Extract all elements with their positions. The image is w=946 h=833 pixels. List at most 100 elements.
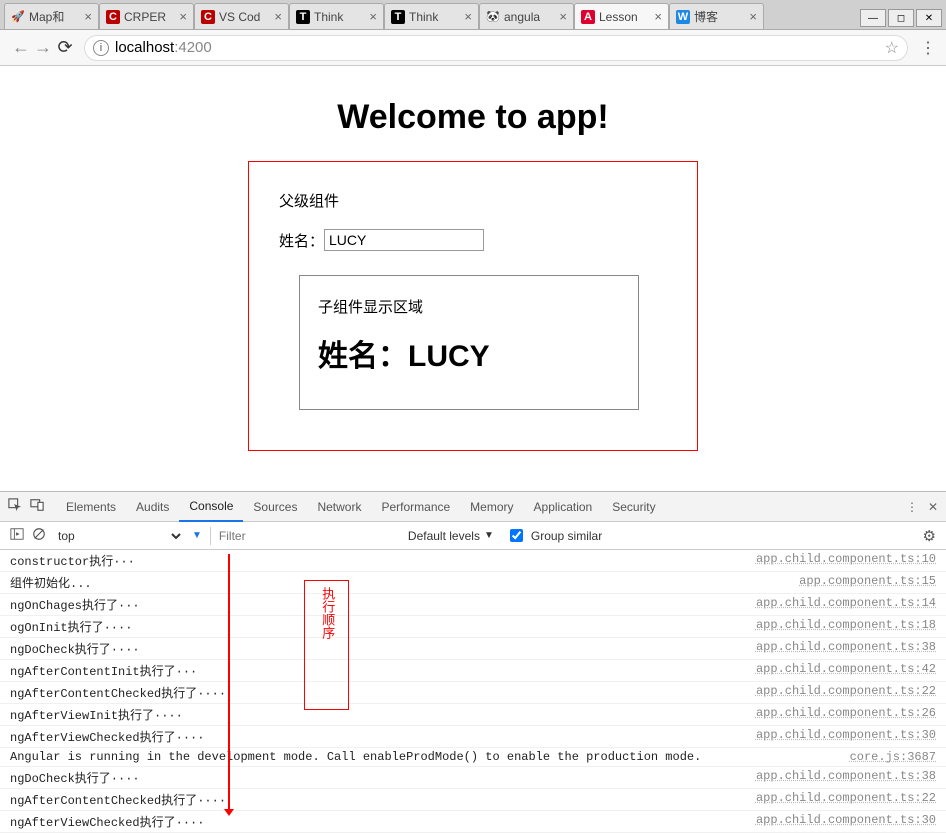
console-log-row: ngDoCheck执行了····app.child.component.ts:3… bbox=[0, 638, 946, 660]
log-message: ngAfterContentChecked执行了···· bbox=[10, 684, 756, 701]
log-source-link[interactable]: app.child.component.ts:22 bbox=[756, 791, 936, 808]
console-sidebar-toggle-icon[interactable] bbox=[10, 527, 24, 544]
url-input[interactable]: i localhost:4200 ☆ bbox=[84, 35, 908, 61]
tab-close-icon[interactable]: × bbox=[274, 9, 282, 24]
tab-close-icon[interactable]: × bbox=[654, 9, 662, 24]
page-viewport: Welcome to app! 父级组件 姓名： 子组件显示区域 姓名：LUCY bbox=[0, 66, 946, 491]
console-log-row: ngAfterContentChecked执行了····app.child.co… bbox=[0, 682, 946, 704]
dropdown-caret-icon: ▼ bbox=[192, 530, 202, 541]
console-context-select[interactable]: top bbox=[54, 528, 184, 544]
devtools-close-icon[interactable]: ✕ bbox=[928, 500, 938, 514]
console-filter-input[interactable] bbox=[210, 527, 382, 545]
tab-close-icon[interactable]: × bbox=[84, 9, 92, 24]
tab-close-icon[interactable]: × bbox=[179, 9, 187, 24]
name-input[interactable] bbox=[324, 229, 484, 251]
devtools-tab-audits[interactable]: Audits bbox=[126, 492, 179, 522]
console-clear-icon[interactable] bbox=[32, 527, 46, 544]
page-title: Welcome to app! bbox=[0, 98, 946, 137]
url-text: localhost:4200 bbox=[115, 39, 877, 56]
console-levels-select[interactable]: Default levels ▼ bbox=[408, 529, 494, 543]
log-message: constructor执行··· bbox=[10, 552, 756, 569]
log-source-link[interactable]: app.child.component.ts:26 bbox=[756, 706, 936, 723]
favicon-icon: C bbox=[201, 10, 215, 24]
browser-tab[interactable]: TThink× bbox=[384, 3, 479, 29]
log-message: ngDoCheck执行了···· bbox=[10, 769, 756, 786]
tab-close-icon[interactable]: × bbox=[464, 9, 472, 24]
console-log-row: ngAfterContentInit执行了···app.child.compon… bbox=[0, 660, 946, 682]
log-message: ngAfterViewChecked执行了···· bbox=[10, 728, 756, 745]
devtools-tab-memory[interactable]: Memory bbox=[460, 492, 523, 522]
inspect-element-icon[interactable] bbox=[8, 498, 22, 515]
favicon-icon: A bbox=[581, 10, 595, 24]
favicon-icon: 🐼 bbox=[486, 10, 500, 24]
log-source-link[interactable]: app.child.component.ts:18 bbox=[756, 618, 936, 635]
log-message: ngAfterViewInit执行了···· bbox=[10, 706, 756, 723]
devtools-tab-bar: ElementsAuditsConsoleSourcesNetworkPerfo… bbox=[0, 492, 946, 522]
devtools-tab-sources[interactable]: Sources bbox=[243, 492, 307, 522]
tab-label: VS Cod bbox=[219, 10, 270, 24]
child-label: 子组件显示区域 bbox=[318, 296, 620, 317]
tab-label: angula bbox=[504, 10, 555, 24]
devtools-tab-console[interactable]: Console bbox=[179, 492, 243, 522]
devtools-tab-application[interactable]: Application bbox=[524, 492, 603, 522]
browser-tab[interactable]: 🐼 angula × bbox=[479, 3, 574, 29]
log-source-link[interactable]: app.child.component.ts:42 bbox=[756, 662, 936, 679]
log-source-link[interactable]: app.child.component.ts:30 bbox=[756, 728, 936, 745]
tab-label: Think bbox=[409, 10, 460, 24]
log-source-link[interactable]: app.child.component.ts:38 bbox=[756, 640, 936, 657]
log-message: ngDoCheck执行了···· bbox=[10, 640, 756, 657]
site-info-icon[interactable]: i bbox=[93, 40, 109, 56]
browser-tab[interactable]: 🚀Map和× bbox=[4, 3, 99, 29]
nav-reload-button[interactable]: ⟳ bbox=[54, 37, 76, 58]
favicon-icon: C bbox=[106, 10, 120, 24]
devtools-panel: ElementsAuditsConsoleSourcesNetworkPerfo… bbox=[0, 491, 946, 833]
tab-close-icon[interactable]: × bbox=[749, 9, 757, 24]
tab-label: 博客 bbox=[694, 8, 745, 25]
browser-tab[interactable]: C VS Cod × bbox=[194, 3, 289, 29]
console-log-body: 执行顺序 constructor执行···app.child.component… bbox=[0, 550, 946, 833]
console-log-row: Angular is running in the development mo… bbox=[0, 748, 946, 767]
log-message: ngAfterViewChecked执行了···· bbox=[10, 813, 756, 830]
log-message: ngOnChages执行了··· bbox=[10, 596, 756, 613]
console-settings-icon[interactable]: ⚙ bbox=[923, 527, 936, 545]
console-log-row: ngOnChages执行了···app.child.component.ts:1… bbox=[0, 594, 946, 616]
devtools-tab-security[interactable]: Security bbox=[602, 492, 665, 522]
browser-tab[interactable]: A Lesson × bbox=[574, 3, 669, 29]
favicon-icon: 🚀 bbox=[11, 10, 25, 24]
favicon-icon: T bbox=[296, 10, 310, 24]
console-log-row: ngDoCheck执行了····app.child.component.ts:3… bbox=[0, 767, 946, 789]
tab-close-icon[interactable]: × bbox=[559, 9, 567, 24]
log-source-link[interactable]: app.child.component.ts:14 bbox=[756, 596, 936, 613]
favicon-icon: W bbox=[676, 10, 690, 24]
browser-tab[interactable]: CCRPER× bbox=[99, 3, 194, 29]
window-controls: — ◻ ✕ bbox=[860, 9, 942, 27]
devtools-tab-network[interactable]: Network bbox=[307, 492, 371, 522]
nav-back-button[interactable]: ← bbox=[10, 37, 32, 58]
nav-forward-button[interactable]: → bbox=[32, 37, 54, 58]
browser-menu-button[interactable]: ⋮ bbox=[920, 38, 936, 58]
devtools-tab-elements[interactable]: Elements bbox=[56, 492, 126, 522]
bookmark-star-icon[interactable]: ☆ bbox=[885, 38, 899, 58]
log-source-link[interactable]: app.child.component.ts:38 bbox=[756, 769, 936, 786]
window-close-button[interactable]: ✕ bbox=[916, 9, 942, 27]
log-source-link[interactable]: app.child.component.ts:30 bbox=[756, 813, 936, 830]
log-message: 组件初始化... bbox=[10, 574, 799, 591]
log-source-link[interactable]: app.child.component.ts:22 bbox=[756, 684, 936, 701]
group-similar-checkbox[interactable]: Group similar bbox=[510, 529, 602, 543]
device-mode-icon[interactable] bbox=[30, 498, 44, 515]
log-message: Angular is running in the development mo… bbox=[10, 750, 850, 764]
tab-label: Lesson bbox=[599, 10, 650, 24]
child-component-box: 子组件显示区域 姓名：LUCY bbox=[299, 275, 639, 410]
tab-close-icon[interactable]: × bbox=[369, 9, 377, 24]
devtools-more-icon[interactable]: ⋮ bbox=[906, 500, 918, 514]
log-source-link[interactable]: core.js:3687 bbox=[850, 750, 936, 764]
log-source-link[interactable]: app.child.component.ts:10 bbox=[756, 552, 936, 569]
console-log-row: ogOnInit执行了····app.child.component.ts:18 bbox=[0, 616, 946, 638]
browser-tab[interactable]: W 博客 × bbox=[669, 3, 764, 29]
devtools-tab-performance[interactable]: Performance bbox=[371, 492, 460, 522]
window-maximize-button[interactable]: ◻ bbox=[888, 9, 914, 27]
window-minimize-button[interactable]: — bbox=[860, 9, 886, 27]
browser-tab[interactable]: TThink× bbox=[289, 3, 384, 29]
console-log-row: ngAfterContentChecked执行了····app.child.co… bbox=[0, 789, 946, 811]
log-source-link[interactable]: app.component.ts:15 bbox=[799, 574, 936, 591]
